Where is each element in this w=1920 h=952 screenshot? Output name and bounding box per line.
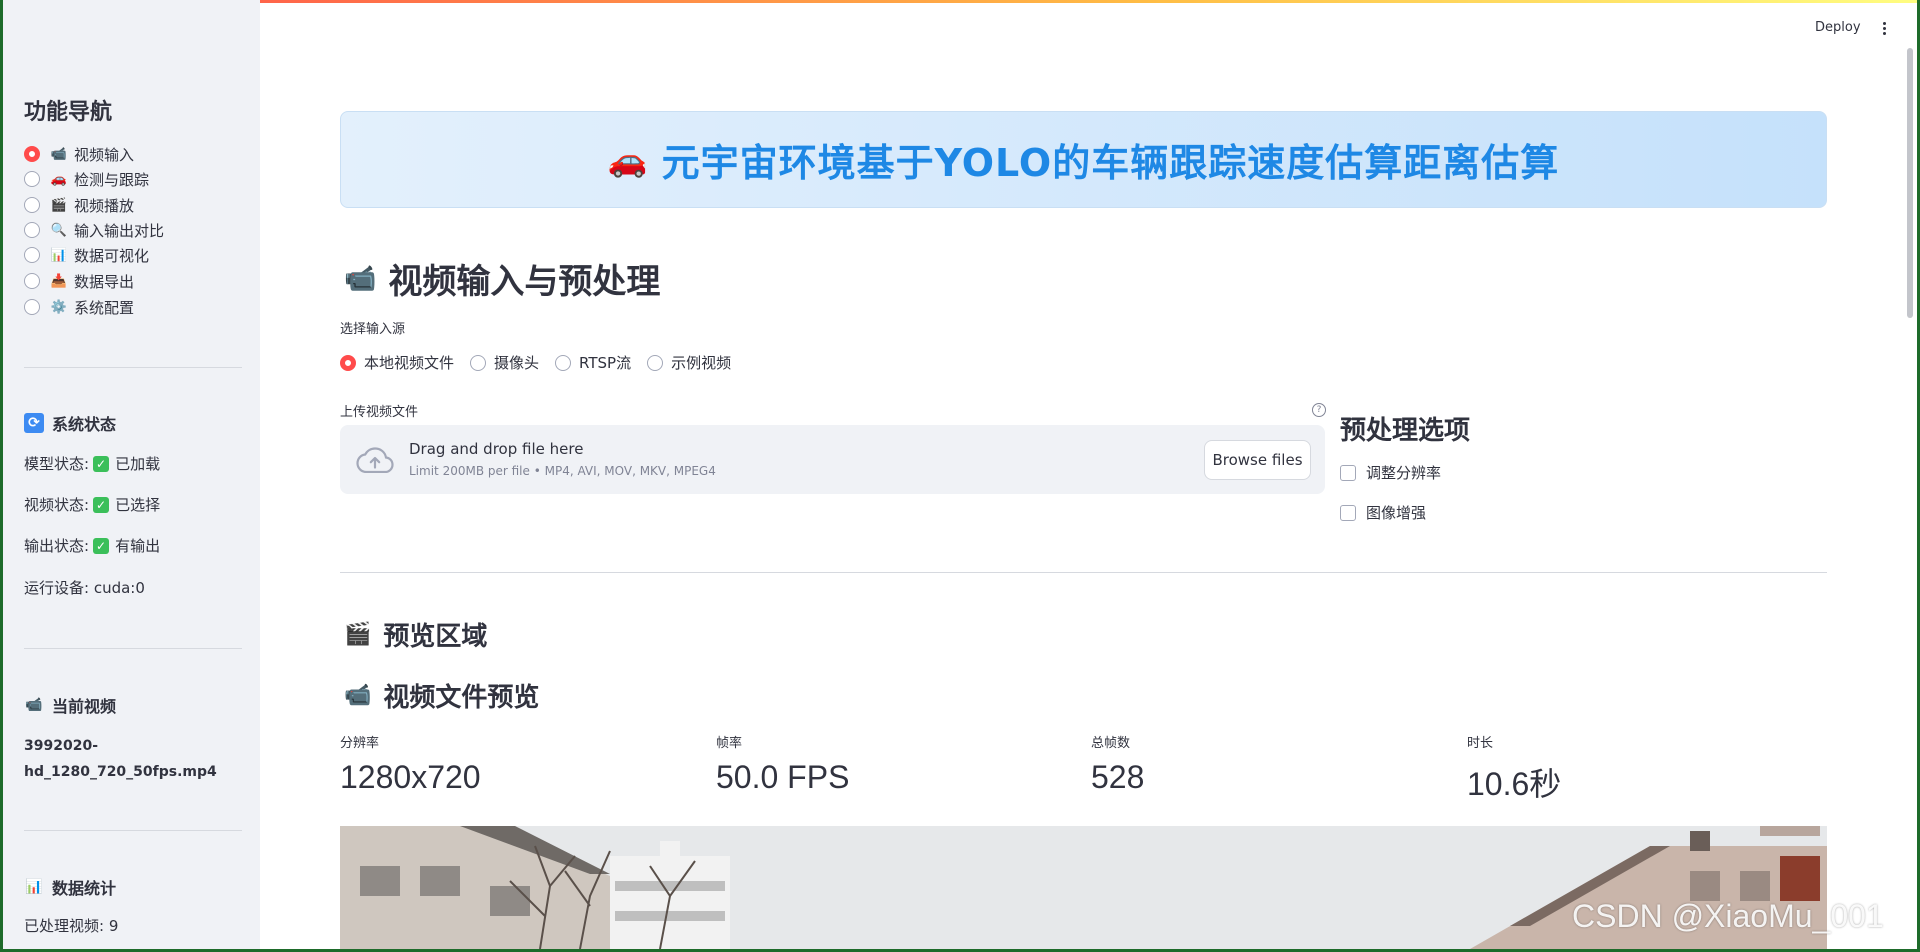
check-icon: ✓	[93, 455, 110, 472]
nav-label: 检测与跟踪	[74, 170, 150, 189]
nav-label: 视频输入	[74, 145, 135, 164]
nav-label: 输入输出对比	[74, 221, 165, 240]
sidebar-divider	[24, 830, 242, 831]
nav-label: 视频播放	[74, 196, 135, 215]
sidebar-title: 功能导航	[24, 100, 113, 125]
radio-selected-icon	[340, 354, 356, 371]
sidebar-divider	[24, 648, 242, 649]
video-camera-icon: 📹	[50, 146, 68, 162]
current-video-heading: 📹 当前视频	[25, 697, 117, 716]
source-radio-group: 本地视频文件 摄像头 RTSP流 示例视频	[340, 352, 747, 373]
output-status: 输出状态: ✓ 有输出	[24, 537, 161, 555]
inbox-tray-icon: 📥	[50, 273, 68, 289]
nav-item-config[interactable]: ⚙️ 系统配置	[24, 296, 134, 318]
title-banner: 🚗 元宇宙环境基于YOLO的车辆跟踪速度估算距离估算	[340, 111, 1827, 208]
more-menu-icon[interactable]	[1879, 18, 1889, 38]
current-video-filename: 3992020-hd_1280_720_50fps.mp4	[24, 738, 217, 780]
sidebar-divider	[24, 367, 242, 368]
help-icon[interactable]: ?	[1312, 403, 1326, 417]
metric-resolution: 分辨率 1280x720	[340, 736, 481, 795]
dropzone-limit: Limit 200MB per file • MP4, AVI, MOV, MK…	[409, 464, 716, 478]
preview-title: 🎬 预览区域	[344, 622, 488, 652]
source-option-local[interactable]: 本地视频文件	[340, 352, 454, 373]
radio-icon	[24, 222, 40, 238]
top-decoration	[3, 0, 1917, 3]
browse-files-button[interactable]: Browse files	[1204, 440, 1311, 480]
model-status: 模型状态: ✓ 已加载	[24, 455, 161, 473]
scrollbar[interactable]	[1907, 48, 1913, 318]
watermark: CSDN @XiaoMu_001	[1572, 898, 1884, 934]
refresh-icon: ⟳	[24, 413, 44, 433]
radio-icon	[647, 354, 664, 371]
device-info: 运行设备: cuda:0	[24, 579, 145, 597]
car-icon: 🚗	[50, 171, 68, 187]
radio-icon	[470, 354, 487, 371]
source-option-camera[interactable]: 摄像头	[470, 352, 539, 373]
file-dropzone[interactable]: Drag and drop file here Limit 200MB per …	[340, 425, 1325, 494]
source-option-rtsp[interactable]: RTSP流	[555, 352, 631, 373]
radio-icon	[24, 273, 40, 289]
cloud-upload-icon	[356, 447, 394, 473]
bar-chart-icon: 📊	[50, 247, 68, 263]
nav-item-detection[interactable]: 🚗 检测与跟踪	[24, 168, 149, 190]
metric-duration: 时长 10.6秒	[1467, 736, 1562, 802]
radio-icon	[24, 197, 40, 213]
nav-item-compare[interactable]: 🔍 输入输出对比	[24, 219, 164, 241]
file-preview-title: 📹 视频文件预览	[344, 683, 540, 713]
video-status: 视频状态: ✓ 已选择	[24, 496, 161, 514]
processed-count: 已处理视频: 9	[24, 917, 119, 935]
deploy-button[interactable]: Deploy	[1815, 20, 1861, 35]
system-status-heading: ⟳ 系统状态	[24, 411, 116, 435]
upload-label: 上传视频文件	[340, 405, 419, 420]
checkbox-enhance[interactable]: 图像增强	[1340, 502, 1426, 523]
nav-label: 数据导出	[74, 272, 135, 291]
radio-selected-icon	[24, 146, 40, 162]
checkbox-icon	[1340, 464, 1356, 481]
nav-item-export[interactable]: 📥 数据导出	[24, 270, 134, 292]
bar-chart-icon: 📊	[25, 879, 43, 895]
radio-icon	[24, 247, 40, 263]
check-icon: ✓	[93, 496, 110, 513]
magnifier-icon: 🔍	[50, 222, 68, 238]
metric-frames: 总帧数 528	[1091, 736, 1145, 795]
section-divider	[340, 572, 1827, 573]
video-camera-icon: 📹	[344, 263, 377, 294]
gear-icon: ⚙️	[50, 299, 68, 315]
check-icon: ✓	[93, 537, 110, 554]
nav-label: 数据可视化	[74, 246, 150, 265]
sidebar: 功能导航 📹 视频输入 🚗 检测与跟踪 🎬 视频播放 🔍 输入输出对比 📊 数据…	[3, 0, 260, 949]
radio-icon	[555, 354, 572, 371]
car-icon: 🚗	[607, 140, 648, 179]
clapper-icon: 🎬	[344, 622, 372, 647]
clapper-icon: 🎬	[50, 197, 68, 213]
preprocess-title: 预处理选项	[1340, 416, 1471, 446]
checkbox-resize[interactable]: 调整分辨率	[1340, 462, 1441, 483]
section-title: 📹 视频输入与预处理	[344, 262, 661, 302]
radio-icon	[24, 299, 40, 315]
app-window: 功能导航 📹 视频输入 🚗 检测与跟踪 🎬 视频播放 🔍 输入输出对比 📊 数据…	[3, 0, 1917, 949]
banner-title: 元宇宙环境基于YOLO的车辆跟踪速度估算距离估算	[661, 141, 1560, 185]
checkbox-icon	[1340, 504, 1356, 521]
video-camera-icon: 📹	[25, 697, 43, 713]
nav-item-video-input[interactable]: 📹 视频输入	[24, 143, 134, 165]
source-option-sample[interactable]: 示例视频	[647, 352, 731, 373]
nav-label: 系统配置	[74, 298, 135, 317]
radio-icon	[24, 171, 40, 187]
source-label: 选择输入源	[340, 322, 406, 337]
stats-heading: 📊 数据统计	[25, 879, 117, 898]
nav-item-playback[interactable]: 🎬 视频播放	[24, 194, 134, 216]
video-camera-icon: 📹	[344, 683, 372, 708]
metric-fps: 帧率 50.0 FPS	[716, 736, 850, 795]
nav-item-visualization[interactable]: 📊 数据可视化	[24, 244, 149, 266]
dropzone-text: Drag and drop file here	[409, 440, 584, 458]
